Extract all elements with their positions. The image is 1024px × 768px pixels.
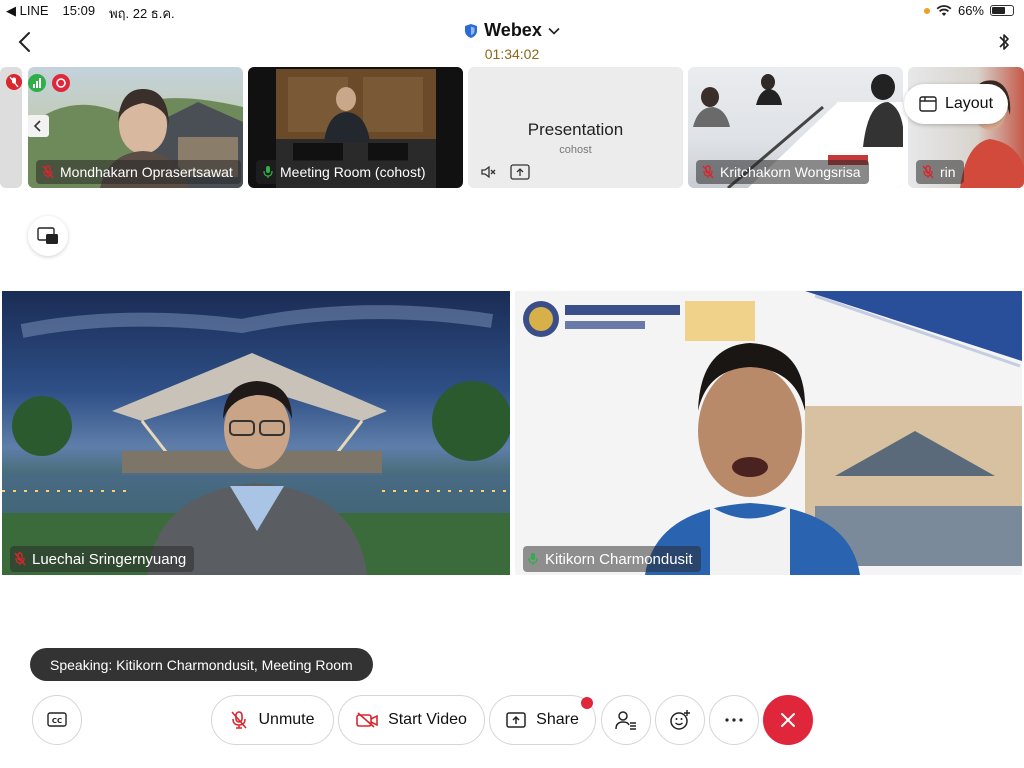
meeting-title: Webex [484,20,542,40]
svg-text:CC: CC [52,717,62,725]
bluetooth-icon[interactable] [996,30,1012,54]
video-off-icon [356,712,378,728]
signal-strength-icon [28,74,46,92]
battery-icon [990,5,1014,16]
speaking-indicator: Speaking: Kitikorn Charmondusit, Meeting… [30,648,373,681]
main-video-label: Luechai Sringernyuang [10,546,195,572]
emoji-add-icon [670,710,690,730]
speaker-muted-icon[interactable] [480,164,496,180]
mic-muted-icon [14,552,26,566]
layout-icon [919,96,937,112]
layout-button[interactable]: Layout [904,84,1008,124]
status-bar: ◀ LINE 15:09 พฤ. 22 ธ.ค. 66% [0,0,1024,22]
location-dot-icon [923,7,930,14]
reactions-button[interactable] [655,695,705,745]
meeting-title-button[interactable]: Webex [464,20,560,41]
mic-muted-icon [702,165,714,179]
leave-meeting-button[interactable] [763,695,813,745]
closed-captions-button[interactable]: CC [32,695,82,745]
participants-button[interactable] [601,695,651,745]
pip-icon [37,227,58,244]
participant-tile[interactable]: Mondhakarn Oprasertsawat [28,67,243,188]
battery-percent: 66% [957,3,984,18]
participant-label: Kritchakorn Wongsrisa [696,160,869,184]
video-feed [2,305,510,575]
tile-status-icons [28,74,70,92]
more-dots-icon [725,718,743,722]
picture-in-picture-button[interactable] [28,216,68,256]
meeting-header: Webex 01:34:02 [0,20,1024,62]
participants-list-icon [615,711,636,730]
meeting-timer: 01:34:02 [484,45,540,62]
close-icon [781,713,795,727]
recording-icon [52,74,70,92]
participant-label: Mondhakarn Oprasertsawat [36,160,241,184]
cc-icon: CC [47,712,67,727]
share-screen-icon[interactable] [510,164,530,180]
presentation-subtitle: cohost [559,144,592,156]
participant-tile[interactable]: Kritchakorn Wongsrisa [688,67,903,188]
main-video-tile[interactable]: Luechai Sringernyuang [2,291,510,575]
main-video-label: Kitikorn Charmondusit [523,546,701,572]
shield-icon [465,23,478,38]
participant-label: Meeting Room (cohost) [256,160,434,184]
mic-muted-icon [6,74,22,90]
scroll-left-button[interactable] [28,115,49,137]
share-screen-icon [506,712,526,728]
presentation-tile[interactable]: Presentation cohost [468,67,683,188]
unmute-button[interactable]: Unmute [211,695,334,745]
presentation-title: Presentation [527,120,624,139]
share-button[interactable]: Share [489,695,596,745]
participant-tile[interactable]: Meeting Room (cohost) [248,67,463,188]
start-video-button[interactable]: Start Video [338,695,485,745]
participant-label: rin [916,160,964,184]
mic-muted-icon [42,165,54,179]
main-video-tile[interactable]: Kitikorn Charmondusit [515,291,1022,575]
share-notification-dot [581,697,593,709]
wifi-icon [936,4,952,16]
mic-muted-icon [922,165,934,179]
participant-tile-partial[interactable] [0,67,22,188]
mic-on-icon [263,166,273,178]
mic-on-icon [528,553,538,565]
more-options-button[interactable] [709,695,759,745]
participant-strip[interactable]: Mondhakarn Oprasertsawat Meeting Room (c… [0,67,1024,188]
chevron-down-icon [548,27,560,35]
mic-muted-icon [231,711,248,729]
video-feed [523,291,1022,575]
